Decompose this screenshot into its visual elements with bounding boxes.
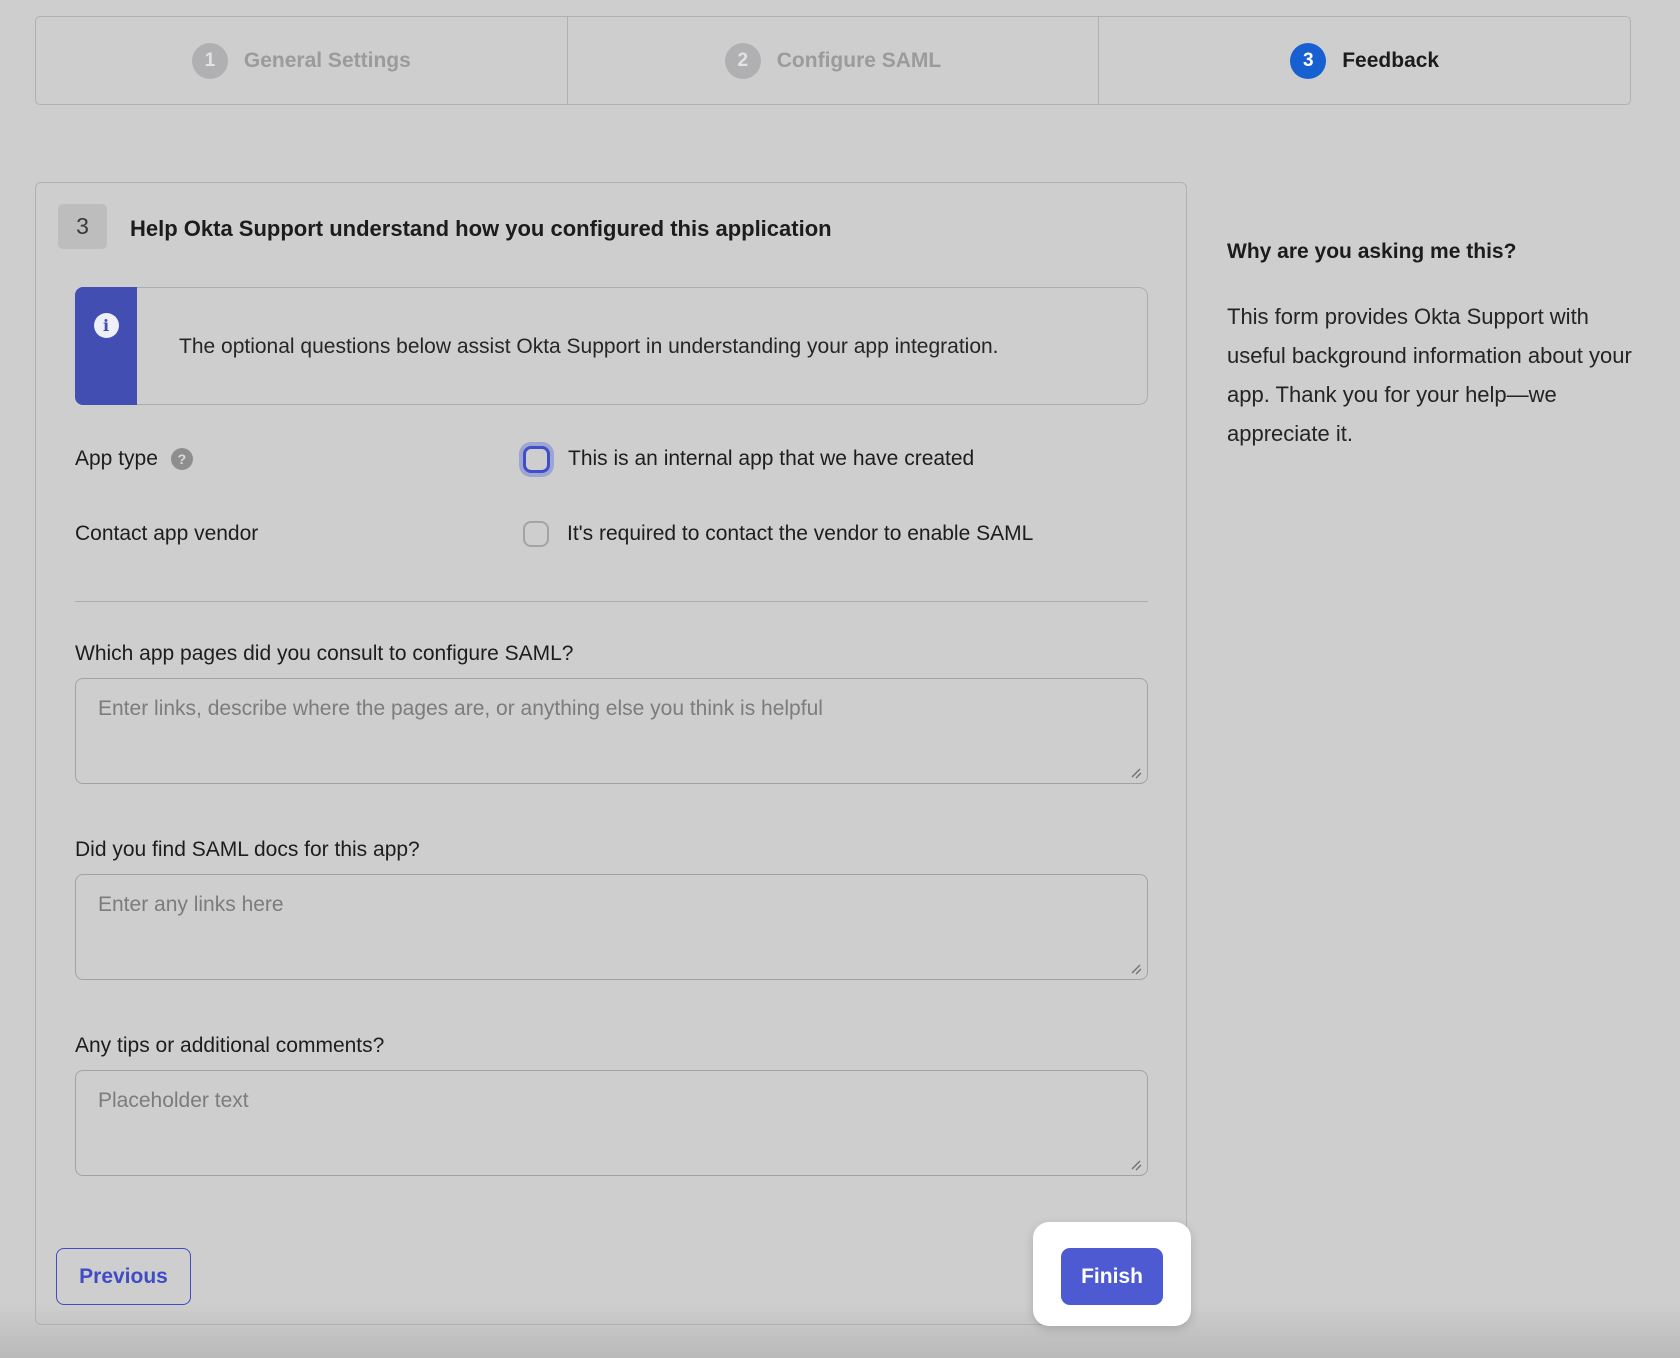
internal-app-checkbox[interactable] [523, 446, 550, 473]
internal-app-checkbox-label: This is an internal app that we have cre… [568, 447, 974, 471]
question-saml-docs-field-wrap [75, 874, 1148, 980]
finish-button-spotlight: Finish [1033, 1222, 1191, 1326]
question-app-pages-label: Which app pages did you consult to confi… [75, 642, 573, 666]
wizard-stepper: 1 General Settings 2 Configure SAML 3 Fe… [35, 16, 1631, 105]
step-feedback[interactable]: 3 Feedback [1099, 17, 1630, 104]
step-general-settings[interactable]: 1 General Settings [36, 17, 568, 104]
question-app-pages-textarea[interactable] [75, 678, 1148, 784]
feedback-form-card: 3 Help Okta Support understand how you c… [35, 182, 1187, 1325]
step-label: Configure SAML [777, 49, 941, 73]
step-label: General Settings [244, 49, 411, 73]
question-app-pages-field-wrap [75, 678, 1148, 784]
step-number-badge: 3 [1290, 43, 1326, 79]
info-banner-message: The optional questions below assist Okta… [179, 327, 999, 366]
contact-vendor-label-group: Contact app vendor [75, 522, 523, 546]
info-banner-accent-strip: i [75, 287, 137, 405]
section-number-badge: 3 [58, 204, 107, 249]
sidebar-body-text: This form provides Okta Support with use… [1227, 297, 1639, 453]
section-divider [75, 601, 1148, 602]
question-comments-textarea[interactable] [75, 1070, 1148, 1176]
contact-vendor-checkbox-label: It's required to contact the vendor to e… [567, 522, 1033, 546]
sidebar-heading: Why are you asking me this? [1227, 240, 1639, 264]
step-number-badge: 2 [725, 43, 761, 79]
finish-button[interactable]: Finish [1061, 1248, 1163, 1305]
previous-button[interactable]: Previous [56, 1248, 191, 1305]
app-type-row: App type ? This is an internal app that … [75, 435, 1148, 483]
question-saml-docs-textarea[interactable] [75, 874, 1148, 980]
app-type-label: App type [75, 447, 158, 471]
info-banner: i The optional questions below assist Ok… [75, 287, 1148, 405]
question-saml-docs-label: Did you find SAML docs for this app? [75, 838, 420, 862]
info-banner-text: The optional questions below assist Okta… [137, 327, 1039, 366]
step-label: Feedback [1342, 49, 1439, 73]
step-configure-saml[interactable]: 2 Configure SAML [568, 17, 1100, 104]
info-icon: i [94, 313, 119, 338]
help-icon[interactable]: ? [171, 448, 193, 470]
question-comments-label: Any tips or additional comments? [75, 1034, 384, 1058]
step-number-badge: 1 [192, 43, 228, 79]
contact-vendor-row: Contact app vendor It's required to cont… [75, 510, 1148, 558]
question-comments-field-wrap [75, 1070, 1148, 1176]
app-type-label-group: App type ? [75, 447, 523, 471]
section-title: Help Okta Support understand how you con… [130, 216, 832, 242]
help-sidebar: Why are you asking me this? This form pr… [1227, 240, 1639, 453]
contact-vendor-checkbox[interactable] [523, 521, 549, 547]
contact-vendor-label: Contact app vendor [75, 522, 258, 546]
